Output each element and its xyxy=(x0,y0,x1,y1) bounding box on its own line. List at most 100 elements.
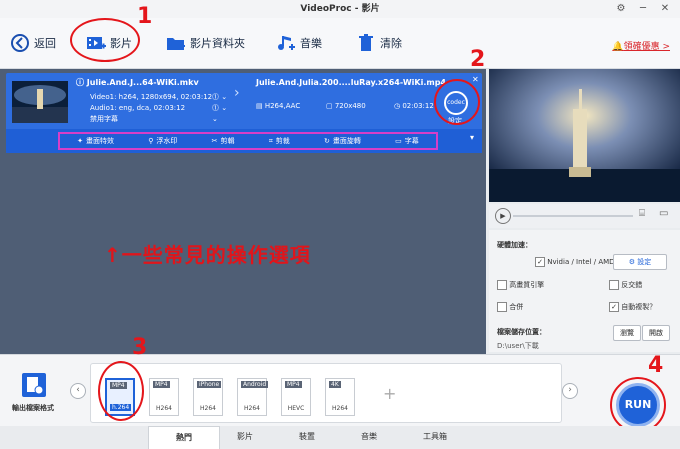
tab-video[interactable]: 影片 xyxy=(210,426,280,448)
hq-checkbox[interactable] xyxy=(497,280,507,290)
remove-item-icon[interactable]: ✕ xyxy=(472,75,479,84)
scroll-right-icon[interactable]: › xyxy=(562,383,578,399)
add-folder-button[interactable]: 影片資料夾 xyxy=(166,28,245,58)
category-tabs: 熱門 影片 裝置 音樂 工具箱 xyxy=(0,426,680,449)
hq-engine-option[interactable]: 高畫質引擎 xyxy=(497,280,544,290)
browse-button[interactable]: 瀏覽 xyxy=(613,325,641,341)
hw-accel-option[interactable]: ✓ Nvidia / Intel / AMD xyxy=(535,257,615,267)
annotation-circle-4 xyxy=(610,377,666,433)
annotation-circle-1 xyxy=(70,18,140,62)
crop-icon: ⌗ xyxy=(268,136,273,145)
autocopy-option[interactable]: ✓ 自動複製？ xyxy=(609,302,656,312)
settings-panel: 硬體加速： ✓ Nvidia / Intel / AMD ⚙ 設定 高畫質引擎 … xyxy=(489,230,680,352)
format-mp4-hevc[interactable]: MP4 HEVC xyxy=(281,378,311,416)
subtitle-track-info: 禁用字幕 xyxy=(90,115,118,123)
output-duration: ◷ 02:03:12 xyxy=(394,101,434,112)
tab-music[interactable]: 音樂 xyxy=(334,426,404,448)
tab-toolbox[interactable]: 工具箱 xyxy=(400,426,470,448)
op-watermark-label: 浮水印 xyxy=(156,137,178,145)
promo-link[interactable]: 🔔領確優惠 > xyxy=(612,39,670,52)
annotation-text: ↑一些常見的操作選項 xyxy=(104,243,311,267)
op-rotate[interactable]: ↻ 畫面旋轉 xyxy=(324,136,361,146)
audio-track-dropdown[interactable]: ⓵ ⌄ xyxy=(212,103,227,114)
trash-icon xyxy=(359,34,373,51)
arrow-right-icon: › xyxy=(234,85,240,101)
hq-label: 高畫質引擎 xyxy=(509,281,545,289)
video-track-dropdown[interactable]: ⓵ ⌄ xyxy=(212,92,227,103)
source-name-text: Julie.And.J...64-WiKi.mkv xyxy=(86,78,199,87)
output-folder-title: 檔案儲存位置： xyxy=(497,328,546,336)
title-bar: VideoProc - 影片 ⚙ ─ ✕ xyxy=(0,0,680,19)
output-path: D:\user\下載 xyxy=(497,342,539,350)
scroll-left-icon[interactable]: ‹ xyxy=(70,383,86,399)
close-icon[interactable]: ✕ xyxy=(658,2,672,16)
output-file-name: Julie.And.Julia.200....luRay.x264-WiKi.m… xyxy=(256,78,446,87)
hw-accel-title: 硬體加速： xyxy=(497,241,532,249)
annotation-circle-3 xyxy=(98,361,144,421)
format-codec: H264 xyxy=(200,405,216,412)
deinterlace-checkbox[interactable] xyxy=(609,280,619,290)
op-cut[interactable]: ✂ 剪輯 xyxy=(212,136,235,146)
promo-label: 領確優惠 > xyxy=(623,42,670,52)
video-preview xyxy=(489,69,680,202)
merge-option[interactable]: 合併 xyxy=(497,302,523,312)
film-icon: ▤ xyxy=(256,102,265,110)
format-4k[interactable]: 4K H264 xyxy=(325,378,355,416)
ops-highlight-box: ✦ 畫面特效 ⚲ 浮水印 ✂ 剪輯 ⌗ 剪裁 ↻ 畫面旋轉 ▭ 字幕 xyxy=(58,132,438,150)
resolution-icon: ▢ xyxy=(326,102,335,110)
op-watermark[interactable]: ⚲ 浮水印 xyxy=(148,136,177,146)
subtitle-track-dropdown[interactable]: ⌄ xyxy=(212,114,218,125)
video-track-info: Video1: h264, 1280x694, 02:03:12 xyxy=(90,93,213,101)
magic-wand-icon: ✦ xyxy=(77,137,83,145)
window-title: VideoProc - 影片 xyxy=(300,4,380,14)
op-cut-label: 剪輯 xyxy=(220,137,235,145)
gear-icon: ⚙ xyxy=(628,258,638,266)
back-button[interactable]: 返回 xyxy=(10,28,56,58)
video-thumbnail xyxy=(12,81,68,123)
format-label: MP4 xyxy=(153,381,170,388)
back-label: 返回 xyxy=(34,37,56,50)
format-label: MP4 xyxy=(285,381,302,388)
minimize-icon[interactable]: ─ xyxy=(636,2,650,16)
format-codec: H264 xyxy=(244,405,260,412)
hw-checkbox[interactable]: ✓ xyxy=(535,257,545,267)
op-subtitle[interactable]: ▭ 字幕 xyxy=(395,136,419,146)
expand-icon[interactable]: ▾ xyxy=(470,133,474,142)
format-codec: H264 xyxy=(156,405,172,412)
settings-gear-icon[interactable]: ⚙ xyxy=(614,2,628,16)
add-music-button[interactable]: 音樂 xyxy=(276,28,322,58)
op-rotate-label: 畫面旋轉 xyxy=(332,137,361,145)
info-icon: ⓘ xyxy=(76,78,87,87)
merge-checkbox[interactable] xyxy=(497,302,507,312)
hw-settings-button[interactable]: ⚙ 設定 xyxy=(613,254,667,270)
output-res-text: 720x480 xyxy=(334,102,366,110)
format-bar: 輸出檔案格式 ‹ MP4 h.264 MP4 H264 iPhone H264 And… xyxy=(0,335,680,433)
music-add-icon xyxy=(278,36,295,50)
folder-label: 影片資料夾 xyxy=(190,37,245,50)
preview-image xyxy=(489,69,680,202)
add-format-icon[interactable]: + xyxy=(383,384,396,403)
deinterlace-label: 反交錯 xyxy=(621,281,643,289)
play-icon[interactable]: ▶ xyxy=(495,208,511,224)
tab-device[interactable]: 裝置 xyxy=(272,426,342,448)
camera-icon[interactable]: ⌸ xyxy=(639,208,645,219)
autocopy-checkbox[interactable]: ✓ xyxy=(609,302,619,312)
format-iphone[interactable]: iPhone H264 xyxy=(193,378,223,416)
output-duration-text: 02:03:12 xyxy=(402,102,434,110)
folder-icon[interactable]: ▭ xyxy=(659,208,668,219)
op-crop[interactable]: ⌗ 剪裁 xyxy=(269,136,290,146)
deinterlace-option[interactable]: 反交錯 xyxy=(609,280,642,290)
op-effects[interactable]: ✦ 畫面特效 xyxy=(77,136,114,146)
clear-button[interactable]: 清除 xyxy=(356,28,402,58)
format-mp4-h264[interactable]: MP4 H264 xyxy=(149,378,179,416)
file-item[interactable]: ⓘ Julie.And.J...64-WiKi.mkv Video1: h264… xyxy=(6,73,482,153)
format-label: 4K xyxy=(329,381,341,388)
seek-bar[interactable] xyxy=(513,215,633,217)
target-format-icon[interactable] xyxy=(22,373,46,397)
merge-label: 合併 xyxy=(509,303,524,311)
preview-controls: ▶ ⌸ ▭ xyxy=(489,204,680,228)
format-label: iPhone xyxy=(197,381,222,388)
open-button[interactable]: 開啟 xyxy=(642,325,670,341)
format-android[interactable]: Android H264 xyxy=(237,378,269,416)
back-arrow-icon xyxy=(11,34,29,52)
